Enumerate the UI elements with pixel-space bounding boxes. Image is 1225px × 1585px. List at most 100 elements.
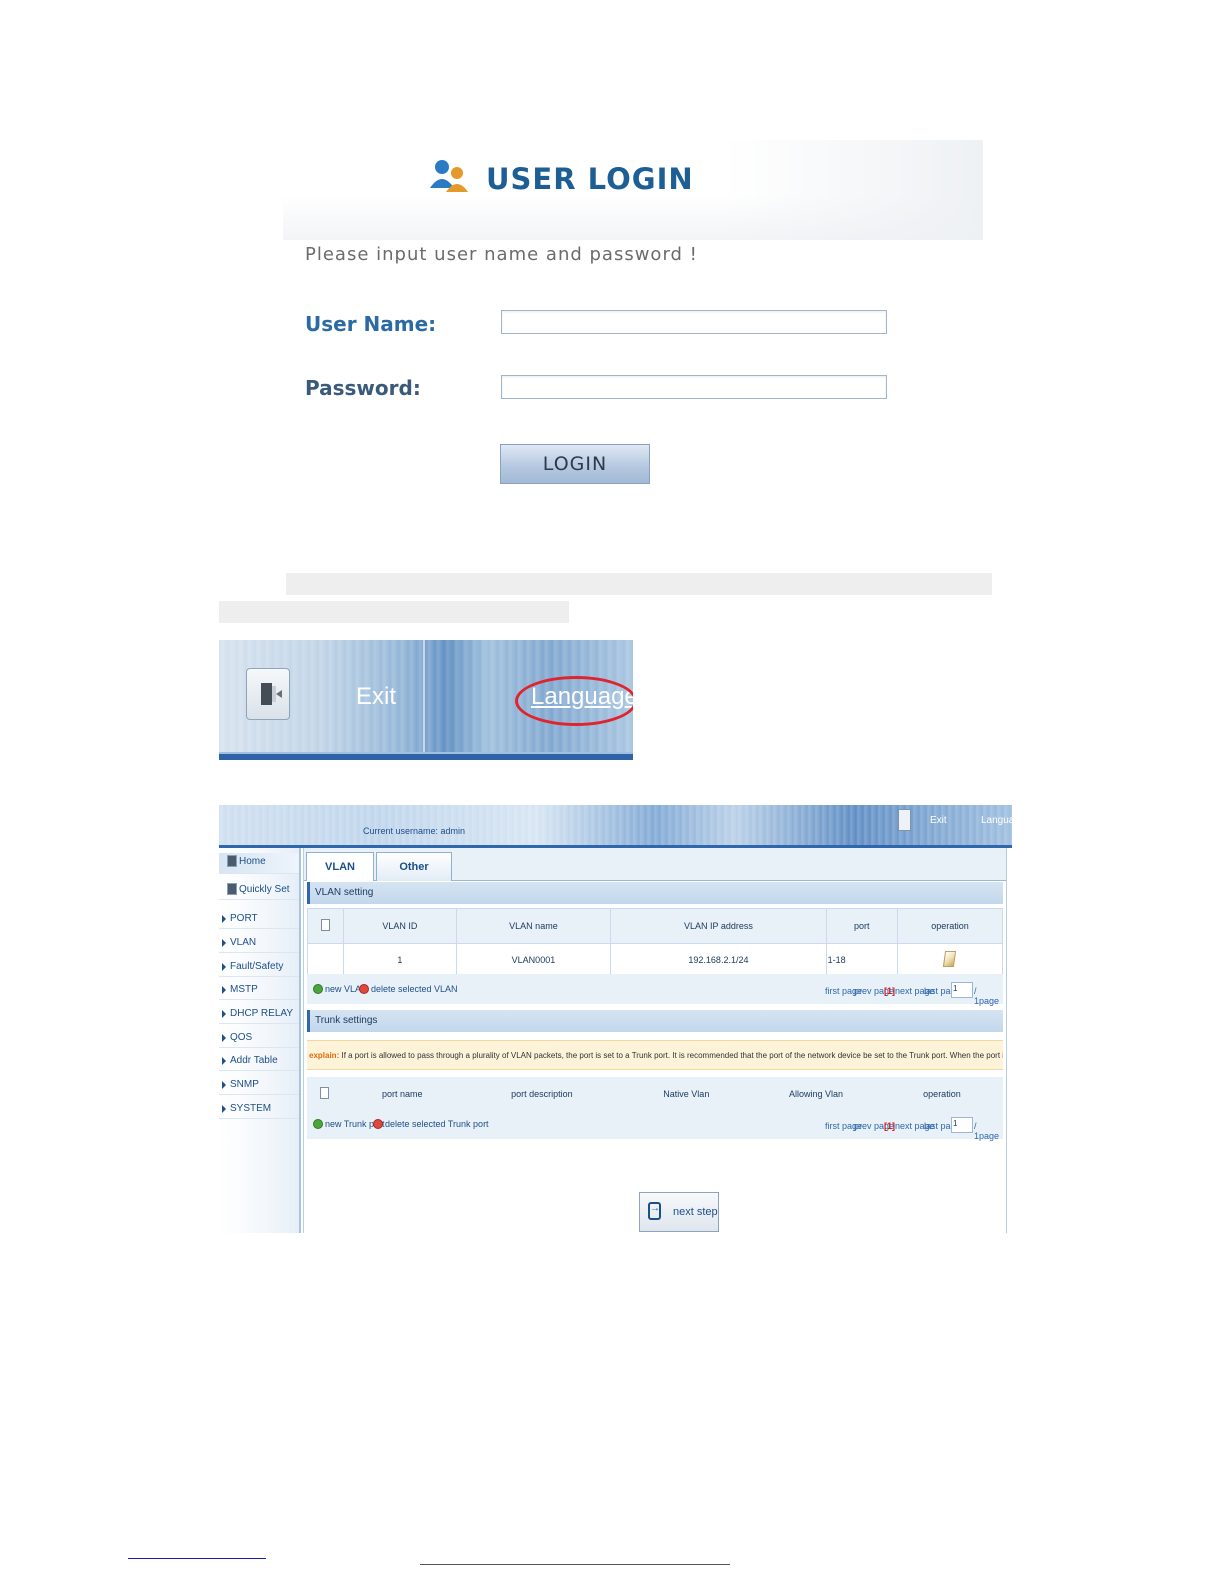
- pager-current-number: [1]: [884, 986, 895, 996]
- sidebar-item-home[interactable]: Home: [219, 853, 299, 874]
- footer-rule: [420, 1564, 730, 1565]
- trunk-toolbar: new Trunk port delete selected Trunk por…: [307, 1109, 1003, 1141]
- tab-vlan-setting[interactable]: VLAN setting: [306, 852, 374, 901]
- operation-cell: [896, 943, 1004, 977]
- sidebar-item-mstp[interactable]: MSTP: [219, 981, 299, 1000]
- tab-other-settings[interactable]: Other settings: [376, 852, 452, 901]
- redacted-text-bar: [286, 573, 992, 595]
- column-header: Allowing Vlan: [751, 1077, 881, 1111]
- sidebar-item-label: VLAN: [230, 937, 257, 948]
- sidebar-item-label: QOS: [230, 1032, 253, 1043]
- home-icon: [227, 855, 237, 867]
- select-all-cell: [307, 1077, 343, 1111]
- vlan-table: VLAN ID VLAN name VLAN IP address port o…: [306, 908, 1004, 977]
- trunk-table: port name port description Native Vlan A…: [307, 1077, 1003, 1111]
- exit-door-icon[interactable]: [246, 668, 290, 720]
- sidebar-item-port[interactable]: PORT: [219, 910, 299, 929]
- vlan-port-cell: 1-18: [825, 943, 898, 977]
- exit-link[interactable]: Exit: [356, 683, 396, 711]
- footnote-link-underline: [128, 1558, 266, 1559]
- edit-icon[interactable]: [943, 951, 957, 967]
- page-input-value: 1: [953, 1119, 958, 1128]
- select-all-checkbox[interactable]: [320, 1087, 330, 1099]
- username-label: User Name:: [305, 312, 437, 336]
- sidebar-item-label: Fault/Safety: [230, 961, 284, 972]
- header-language-link[interactable]: Language: [981, 815, 1012, 826]
- table-row: 1 VLAN0001 192.168.2.1/24 1-18: [306, 943, 1004, 977]
- table-header-row: VLAN ID VLAN name VLAN IP address port o…: [306, 908, 1004, 944]
- login-button[interactable]: LOGIN: [500, 444, 650, 484]
- arrow-right-icon: [222, 1034, 226, 1042]
- column-header: Native Vlan: [621, 1077, 752, 1111]
- select-all-checkbox[interactable]: [321, 919, 331, 931]
- sidebar-item-system[interactable]: SYSTEM: [219, 1100, 299, 1119]
- sidebar-item-addr-table[interactable]: Addr Table: [219, 1052, 299, 1071]
- sidebar-item-vlan[interactable]: VLAN: [219, 934, 299, 953]
- sidebar-item-label: PORT: [230, 913, 258, 924]
- user-login-icon: [430, 160, 468, 192]
- header-exit-link[interactable]: Exit: [930, 815, 947, 826]
- row-select-cell: [306, 943, 345, 977]
- pager-current: [1]: [884, 1121, 895, 1131]
- divider: [423, 640, 425, 752]
- vlan-id-cell: 1: [343, 943, 457, 977]
- next-step-label: next step: [673, 1206, 718, 1218]
- exit-door-icon[interactable]: [898, 809, 911, 831]
- current-username: Current username: admin: [363, 826, 466, 836]
- admin-ui-screenshot: Current username: admin Exit Language Ho…: [219, 805, 1012, 1233]
- select-all-cell: [306, 908, 345, 944]
- tabs-bar: VLAN setting Other settings: [304, 848, 1006, 901]
- banner-bottom-line: [219, 754, 633, 760]
- login-title: USER LOGIN: [486, 162, 694, 196]
- arrow-right-icon: [222, 915, 226, 923]
- pager-current: [1]: [884, 986, 895, 996]
- table-header-row: port name port description Native Vlan A…: [307, 1077, 1003, 1111]
- delete-icon[interactable]: [373, 1119, 383, 1129]
- delete-icon[interactable]: [359, 984, 369, 994]
- arrow-right-icon: [222, 939, 226, 947]
- delete-selected-trunk-port-link[interactable]: delete selected Trunk port: [385, 1119, 489, 1129]
- next-step-button[interactable]: next step: [639, 1192, 719, 1232]
- delete-selected-vlan-link[interactable]: delete selected VLAN: [371, 984, 458, 994]
- sidebar-item-quickly-set[interactable]: Quickly Set: [219, 881, 299, 900]
- sidebar-item-label: DHCP RELAY: [230, 1008, 293, 1019]
- column-header: VLAN ID: [343, 908, 457, 944]
- sidebar-item-label: Quickly Set: [239, 884, 290, 895]
- main-content: VLAN setting Other settings VLAN setting…: [303, 848, 1007, 1233]
- sidebar-item-label: SNMP: [230, 1079, 259, 1090]
- trunk-section-title: Trunk settings: [307, 1010, 1003, 1032]
- sidebar-item-fault-safety[interactable]: Fault/Safety: [219, 958, 299, 977]
- sidebar: Home Quickly Set PORT VLAN Fault/Safety …: [219, 848, 301, 1233]
- login-prompt: Please input user name and password !: [305, 244, 698, 265]
- sidebar-item-label: MSTP: [230, 984, 258, 995]
- explain-box: explain: If a port is allowed to pass th…: [307, 1040, 1003, 1070]
- column-header: VLAN name: [455, 908, 612, 944]
- explain-text: If a port is allowed to pass through a p…: [341, 1051, 1003, 1060]
- sidebar-item-dhcp-relay[interactable]: DHCP RELAY: [219, 1005, 299, 1024]
- sidebar-item-label: Home: [239, 856, 266, 867]
- column-header: port: [825, 908, 898, 944]
- vlan-name-cell: VLAN0001: [455, 943, 612, 977]
- column-header: port description: [462, 1077, 622, 1111]
- username-input[interactable]: [501, 310, 887, 334]
- quick-set-icon: [227, 883, 237, 895]
- arrow-right-icon: [222, 963, 226, 971]
- arrow-right-icon: [222, 1057, 226, 1065]
- add-icon[interactable]: [313, 984, 323, 994]
- page-number-input[interactable]: 1: [951, 1117, 973, 1133]
- column-header: port name: [342, 1077, 463, 1111]
- sidebar-item-qos[interactable]: QOS: [219, 1029, 299, 1048]
- pager-current-number: [1]: [884, 1121, 895, 1131]
- page-number-input[interactable]: 1: [951, 982, 973, 998]
- add-icon[interactable]: [313, 1119, 323, 1129]
- arrow-right-icon: [222, 986, 226, 994]
- next-step-icon: [648, 1202, 661, 1220]
- column-header: operation: [880, 1077, 1003, 1111]
- column-header: VLAN IP address: [610, 908, 827, 944]
- password-input[interactable]: [501, 375, 887, 399]
- login-panel: USER LOGIN Please input user name and pa…: [283, 140, 983, 500]
- explain-label: explain:: [309, 1051, 340, 1060]
- sidebar-item-snmp[interactable]: SNMP: [219, 1076, 299, 1095]
- arrow-right-icon: [222, 1105, 226, 1113]
- password-label: Password:: [305, 376, 421, 400]
